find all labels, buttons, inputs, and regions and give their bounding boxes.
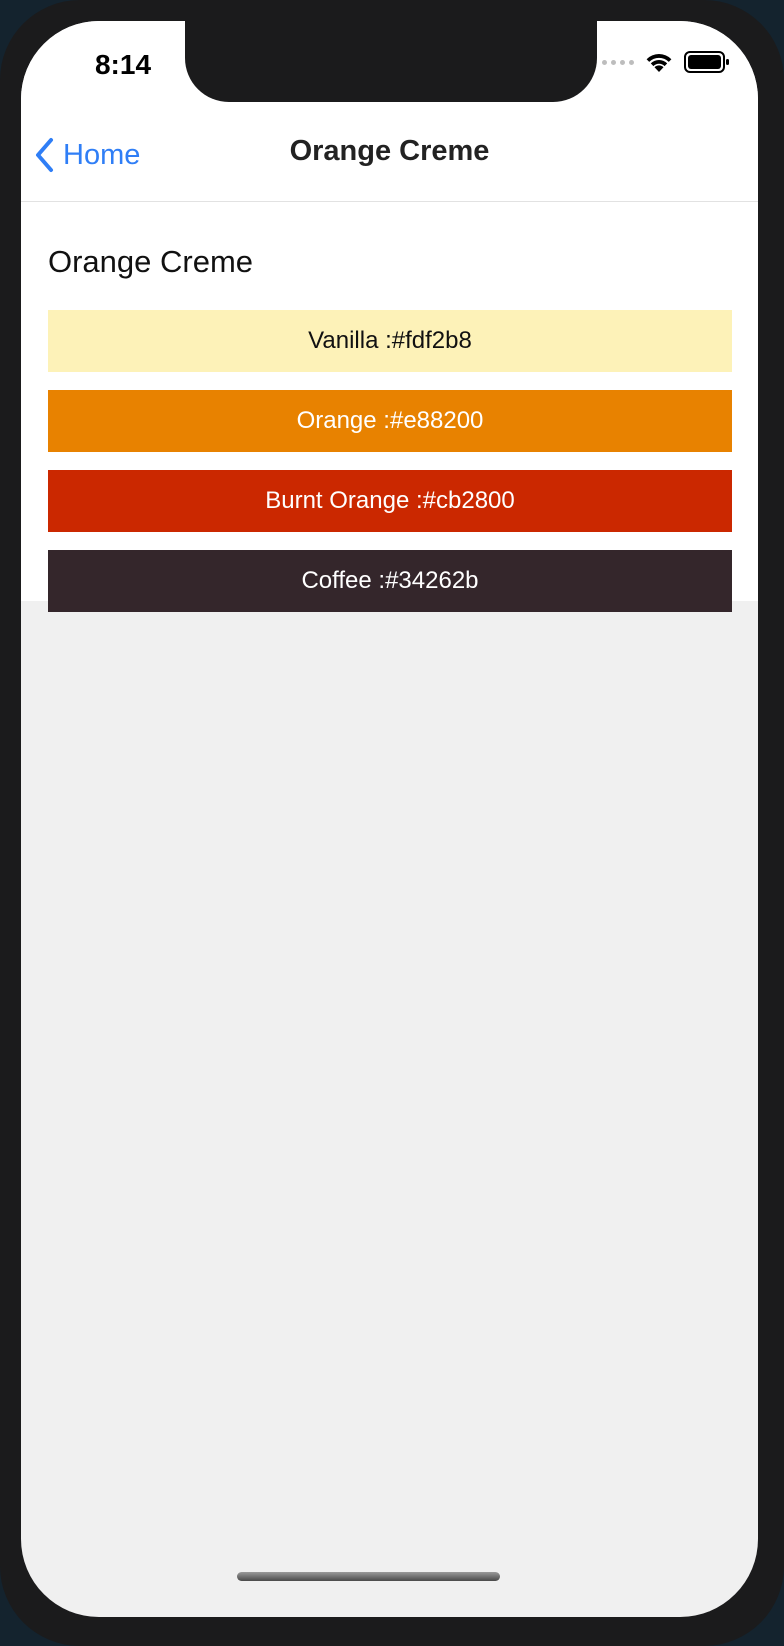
navigation-bar: Home Orange Creme <box>21 113 758 202</box>
status-time: 8:14 <box>94 49 152 80</box>
back-button[interactable]: Home <box>35 129 140 181</box>
swatch-label: Vanilla :#fdf2b8 <box>308 327 472 354</box>
swatch-vanilla[interactable]: Vanilla :#fdf2b8 <box>48 310 732 372</box>
home-indicator[interactable] <box>237 1572 500 1581</box>
signal-icon <box>602 59 634 65</box>
wifi-icon <box>646 54 672 72</box>
swatch-orange[interactable]: Orange :#e88200 <box>48 390 732 452</box>
device-notch <box>185 21 597 102</box>
chevron-left-icon <box>36 138 53 172</box>
status-icons <box>602 51 730 73</box>
palette-title: Orange Creme <box>48 244 254 279</box>
back-button-label: Home <box>63 138 141 171</box>
swatch-label: Burnt Orange :#cb2800 <box>265 487 515 514</box>
phone-screen: 8:14 Home Orange Creme Orange Creme Vani… <box>21 21 758 1617</box>
swatch-label: Coffee :#34262b <box>301 567 479 594</box>
swatch-coffee[interactable]: Coffee :#34262b <box>48 550 732 612</box>
swatch-label: Orange :#e88200 <box>296 407 484 434</box>
nav-title: Orange Creme <box>289 135 490 167</box>
palette-card: Orange Creme Vanilla :#fdf2b8 Orange :#e… <box>21 202 758 612</box>
swatch-burnt-orange[interactable]: Burnt Orange :#cb2800 <box>48 470 732 532</box>
battery-icon <box>684 51 729 73</box>
